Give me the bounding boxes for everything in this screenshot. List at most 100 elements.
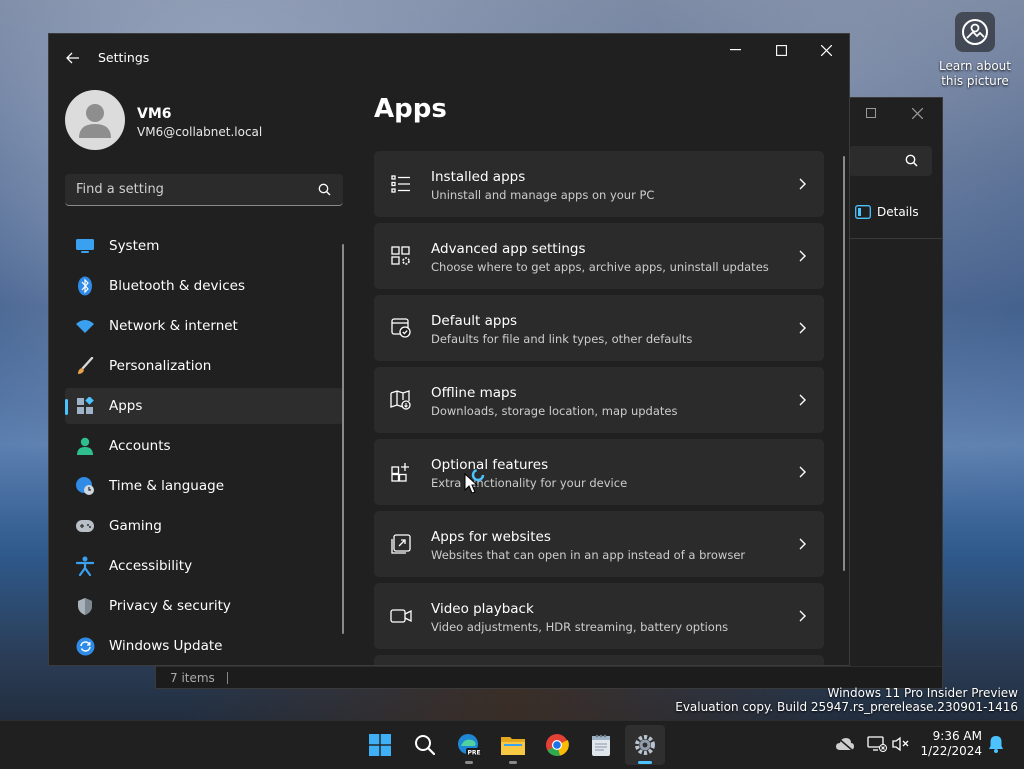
notepad-button[interactable] — [581, 725, 621, 765]
next-card-partial[interactable] — [374, 655, 824, 665]
optional-features-icon — [390, 461, 412, 483]
title-bar[interactable]: Settings — [49, 34, 849, 82]
network-status-button[interactable] — [866, 733, 888, 755]
sidebar-item-label: Privacy & security — [109, 598, 231, 614]
card-title: Offline maps — [431, 385, 517, 401]
running-indicator — [638, 761, 652, 764]
settings-taskbar-button[interactable] — [625, 725, 665, 765]
sidebar-item-label: Personalization — [109, 358, 212, 374]
sidebar-item-privacy[interactable]: Privacy & security — [65, 588, 343, 624]
default-apps-card[interactable]: Default apps Defaults for file and link … — [374, 295, 824, 361]
paintbrush-icon — [75, 356, 95, 376]
back-button[interactable] — [61, 46, 85, 70]
chevron-right-icon — [799, 178, 806, 190]
advanced-app-settings-card[interactable]: Advanced app settings Choose where to ge… — [374, 223, 824, 289]
file-explorer-button[interactable] — [493, 725, 533, 765]
edge-beta-button[interactable]: PRE — [449, 725, 489, 765]
settings-window: Settings VM6 VM6@collabnet.local Find a … — [48, 33, 850, 666]
network-disconnected-icon — [867, 736, 887, 752]
card-subtitle: Websites that can open in an app instead… — [431, 548, 746, 562]
sidebar-item-apps[interactable]: Apps — [65, 388, 343, 424]
card-title: Installed apps — [431, 169, 526, 185]
app-settings-icon — [390, 245, 412, 267]
notepad-icon — [592, 734, 610, 756]
card-subtitle: Downloads, storage location, map updates — [431, 404, 678, 418]
sidebar-item-accounts[interactable]: Accounts — [65, 428, 343, 464]
onedrive-offline-button[interactable] — [834, 733, 856, 755]
sidebar-item-personalization[interactable]: Personalization — [65, 348, 343, 384]
start-button[interactable] — [360, 725, 400, 765]
evaluation-watermark: Windows 11 Pro Insider Preview Evaluatio… — [675, 686, 1018, 714]
watermark-line-1: Windows 11 Pro Insider Preview — [827, 686, 1018, 700]
search-icon — [415, 735, 436, 756]
sidebar-item-gaming[interactable]: Gaming — [65, 508, 343, 544]
chrome-button[interactable] — [537, 725, 577, 765]
sidebar-item-system[interactable]: System — [65, 228, 343, 264]
edge-beta-icon: PRE — [458, 734, 482, 757]
installed-apps-card[interactable]: Installed apps Uninstall and manage apps… — [374, 151, 824, 217]
back-arrow-icon — [66, 52, 79, 64]
explorer-search-box[interactable] — [849, 146, 932, 176]
card-title: Default apps — [431, 313, 518, 329]
maximize-button[interactable] — [758, 34, 804, 66]
volume-muted-icon — [892, 736, 909, 752]
chrome-icon — [546, 734, 569, 756]
apps-for-websites-card[interactable]: Apps for websites Websites that can open… — [374, 511, 824, 577]
learn-about-picture-button[interactable] — [955, 12, 995, 52]
chevron-right-icon — [799, 394, 806, 406]
apps-settings-list: Installed apps Uninstall and manage apps… — [374, 151, 824, 665]
shield-icon — [75, 596, 95, 616]
status-separator — [226, 671, 228, 684]
minimize-icon — [729, 49, 741, 51]
offline-maps-card[interactable]: Offline maps Downloads, storage location… — [374, 367, 824, 433]
search-icon — [905, 154, 918, 167]
windows-update-icon — [75, 636, 95, 656]
settings-icon — [635, 735, 655, 755]
sidebar-item-time-language[interactable]: Time & language — [65, 468, 343, 504]
taskbar-search-button[interactable] — [405, 725, 445, 765]
chevron-right-icon — [799, 610, 806, 622]
card-subtitle: Defaults for file and link types, other … — [431, 332, 693, 346]
item-count: 7 items — [170, 670, 215, 685]
search-icon — [318, 183, 331, 196]
content-scrollbar[interactable] — [843, 156, 845, 571]
sidebar-item-network[interactable]: Network & internet — [65, 308, 343, 344]
video-playback-card[interactable]: Video playback Video adjustments, HDR st… — [374, 583, 824, 649]
chevron-right-icon — [799, 538, 806, 550]
sidebar-item-label: Gaming — [109, 518, 162, 534]
details-pane-button[interactable]: Details — [849, 196, 942, 228]
maximize-icon — [775, 44, 787, 56]
map-icon — [390, 389, 412, 411]
globe-clock-icon — [75, 476, 95, 496]
sidebar-item-accessibility[interactable]: Accessibility — [65, 548, 343, 584]
find-setting-input[interactable]: Find a setting — [65, 174, 343, 206]
cloud-offline-icon — [836, 737, 854, 751]
list-icon — [390, 173, 412, 195]
bell-icon — [989, 736, 1003, 753]
close-icon — [911, 107, 923, 119]
user-email: VM6@collabnet.local — [137, 125, 263, 139]
accessibility-icon — [75, 556, 95, 576]
card-subtitle: Extra functionality for your device — [431, 476, 628, 490]
optional-features-card[interactable]: Optional features Extra functionality fo… — [374, 439, 824, 505]
clock-time: 9:36 AM — [932, 729, 982, 743]
sidebar-item-label: Network & internet — [109, 318, 238, 334]
sidebar-item-bluetooth[interactable]: Bluetooth & devices — [65, 268, 343, 304]
volume-button[interactable] — [891, 733, 913, 755]
close-button[interactable] — [894, 98, 940, 128]
sidebar-item-label: Time & language — [109, 478, 225, 494]
close-button[interactable] — [803, 34, 849, 66]
minimize-button[interactable] — [712, 34, 758, 66]
video-icon — [390, 605, 412, 627]
maximize-button[interactable] — [848, 98, 894, 128]
close-icon — [820, 44, 832, 56]
sidebar-scrollbar[interactable] — [342, 244, 344, 634]
sidebar-item-windows-update[interactable]: Windows Update — [65, 628, 343, 664]
chevron-right-icon — [799, 322, 806, 334]
taskbar-clock[interactable]: 9:36 AM 1/22/2024 — [918, 729, 982, 759]
notifications-button[interactable] — [985, 733, 1007, 755]
start-icon — [369, 734, 391, 756]
svg-text:PRE: PRE — [467, 750, 480, 757]
system-monitor-icon — [75, 236, 95, 256]
window-title: Settings — [98, 50, 150, 65]
